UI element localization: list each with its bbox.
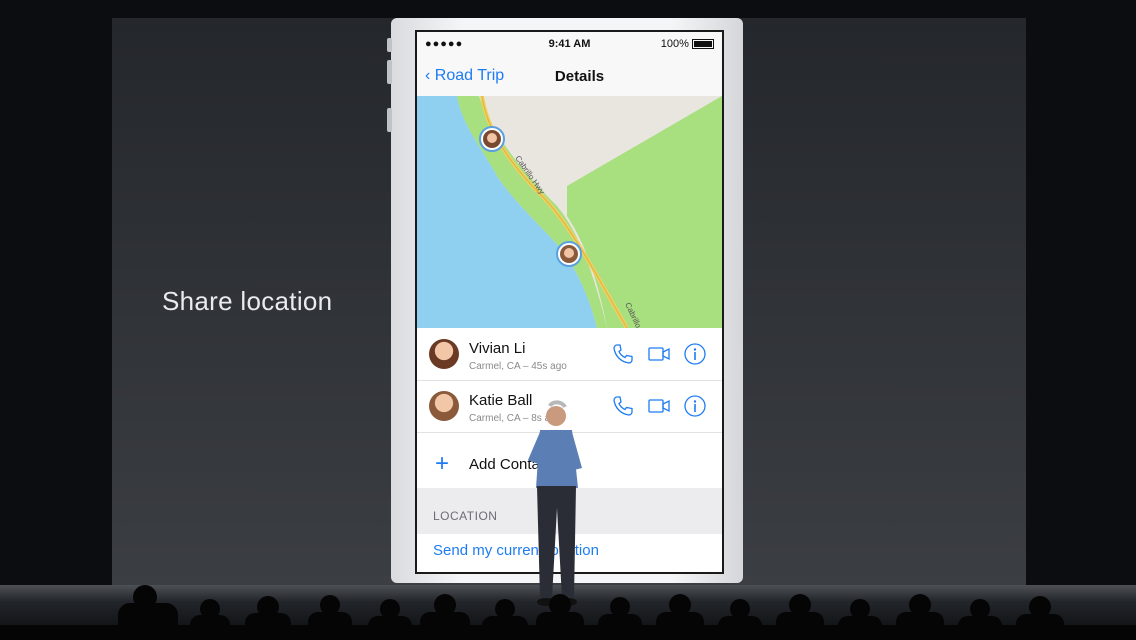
contact-row[interactable]: Vivian Li Carmel, CA – 45s ago <box>417 330 722 381</box>
volume-up-button <box>387 60 392 84</box>
battery-percent: 100% <box>660 38 689 50</box>
avatar <box>429 391 459 421</box>
phone-icon[interactable] <box>611 394 635 418</box>
avatar <box>429 339 459 369</box>
section-header-label: LOCATION <box>433 509 498 523</box>
plus-icon: + <box>435 450 450 477</box>
slide-caption: Share location <box>162 286 333 316</box>
presenter-figure <box>528 400 582 606</box>
mute-switch <box>387 38 392 52</box>
shared-location-map[interactable]: Cabrillo Hwy Cabrillo <box>417 96 722 328</box>
phone-icon[interactable] <box>611 342 635 366</box>
page-title: Details <box>554 68 605 85</box>
navigation-bar: ‹ Road Trip Details <box>417 56 722 97</box>
info-icon[interactable] <box>683 342 707 366</box>
battery-icon <box>692 39 714 50</box>
video-camera-icon[interactable] <box>647 394 671 418</box>
volume-down-button <box>387 108 392 132</box>
status-bar: ●●●●● 9:41 AM 100% <box>417 32 722 56</box>
contact-name: Vivian Li <box>469 340 526 357</box>
contact-location-subtitle: Carmel, CA – 45s ago <box>469 361 567 372</box>
video-camera-icon[interactable] <box>647 342 671 366</box>
info-icon[interactable] <box>683 394 707 418</box>
audience-silhouettes <box>0 585 1136 640</box>
battery-indicator: 100% <box>661 38 714 50</box>
map-pin-katie[interactable] <box>556 241 582 267</box>
map-pin-vivian[interactable] <box>479 126 505 152</box>
keynote-stage: Share location ●●●●● 9:41 AM 100% ‹ Road… <box>0 0 1136 640</box>
